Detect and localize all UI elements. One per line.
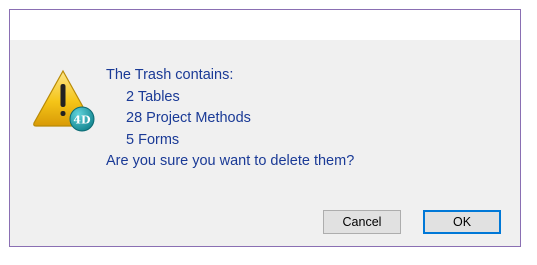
cancel-button[interactable]: Cancel — [323, 210, 401, 234]
dialog-message: The Trash contains: 2 Tables 28 Project … — [106, 65, 354, 173]
badge-4d-label: 4D — [73, 114, 91, 127]
dialog-titlebar — [10, 10, 520, 40]
message-question: Are you sure you want to delete them? — [106, 153, 355, 169]
message-item-tables: 2 Tables — [126, 88, 180, 105]
delete-trash-dialog: 4D The Trash contains: 2 Tables 28 Proje… — [9, 9, 521, 247]
warning-4d-icon: 4D — [30, 67, 100, 137]
message-item-forms: 5 Forms — [126, 131, 180, 148]
message-item-methods: 28 Project Methods — [126, 110, 251, 126]
ok-button[interactable]: OK — [423, 210, 501, 234]
warning-triangle-icon: 4D — [33, 69, 95, 132]
message-intro: The Trash contains: — [106, 67, 234, 83]
